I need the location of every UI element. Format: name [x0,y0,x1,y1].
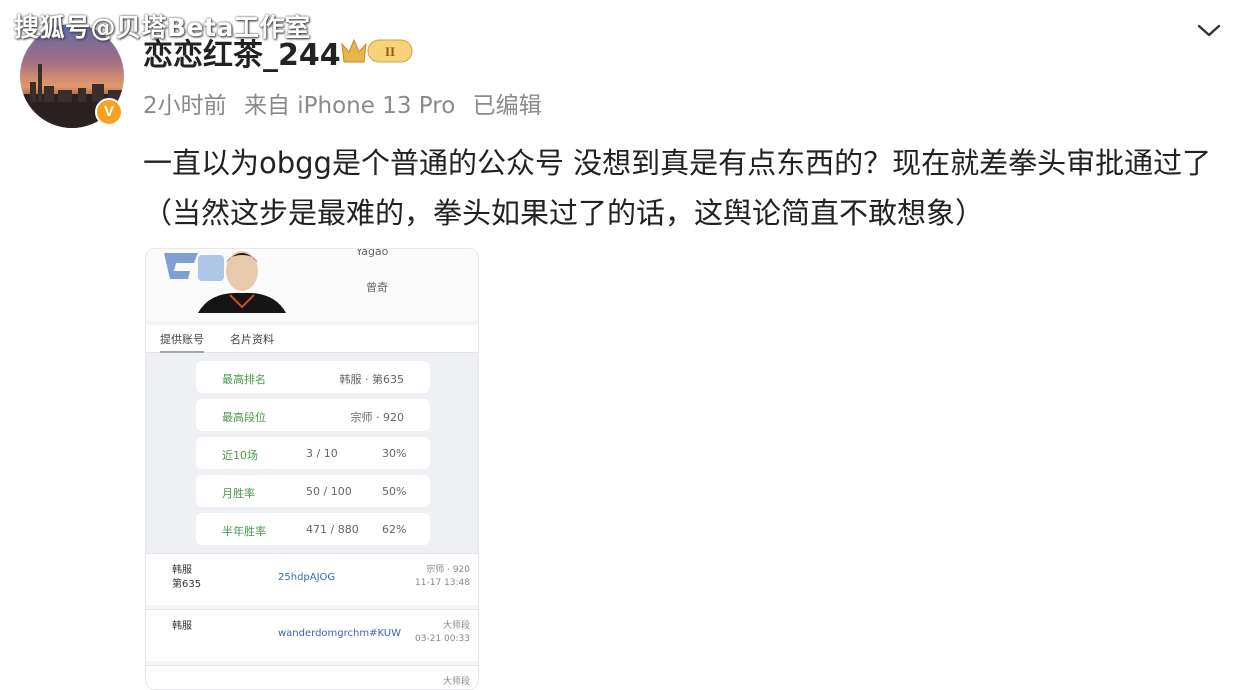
stat-row: 月胜率 50 / 100 50% [196,475,430,507]
tab-accounts[interactable]: 提供账号 [160,331,204,353]
stat-label: 近10场 [222,449,258,462]
chevron-down-icon[interactable] [1194,18,1224,42]
account-region: 韩服 第635 [172,565,202,590]
stat-percent: 50% [382,485,407,498]
player-subname: 曾奇 [366,281,388,294]
account-row[interactable]: 韩服 第635 25hdpAJOG 宗师 · 920 11-17 13:48 [146,553,478,605]
account-rank: 大师段 03-21 00:33 [415,621,470,644]
stat-label: 最高排名 [222,373,266,386]
card-tabs: 提供账号 名片资料 [146,325,478,353]
stat-percent: 30% [382,447,407,460]
edited-label[interactable]: 已编辑 [473,93,542,119]
account-region: 韩服 [172,621,192,632]
account-rank: 大师段 [442,677,470,687]
tab-profile[interactable]: 名片资料 [230,331,274,347]
account-rank: 宗师 · 920 11-17 13:48 [415,565,470,588]
account-row[interactable]: 韩服 wanderdomgrchm#KUW 大师段 03-21 00:33 [146,609,478,661]
stat-value: 50 / 100 [306,485,352,498]
crown-level-icon[interactable]: II [340,36,414,66]
post-source: 来自 iPhone 13 Pro [243,93,456,119]
card-header: Yagao 曾奇 [146,248,478,321]
stat-label: 最高段位 [222,411,266,424]
stat-row: 近10场 3 / 10 30% [196,437,430,469]
svg-text:II: II [385,44,395,59]
stat-percent: 62% [382,523,407,536]
player-name: Yagao [356,248,389,258]
stat-label: 半年胜率 [222,525,266,538]
stat-row: 最高排名 韩服 · 第635 [196,361,430,393]
account-row[interactable]: 大师段 [146,665,478,689]
stat-value: 韩服 · 第635 [339,373,405,386]
stat-row: 半年胜率 471 / 880 62% [196,513,430,545]
stat-value: 471 / 880 [306,523,359,536]
stat-value: 宗师 · 920 [350,411,405,424]
player-photo [198,251,286,313]
stat-label: 月胜率 [222,487,255,500]
stat-row: 最高段位 宗师 · 920 [196,399,430,431]
verified-v-icon: V [95,98,123,126]
account-id[interactable]: wanderdomgrchm#KUW [278,628,401,639]
stats-panel: 最高排名 韩服 · 第635 最高段位 宗师 · 920 近10场 3 / 10… [146,353,478,553]
post-time: 2小时前 [143,93,227,119]
post-text: 一直以为obgg是个普通的公众号 没想到真是有点东西的？现在就差拳头审批通过了（… [143,146,1212,230]
post-image-card[interactable]: Yagao 曾奇 提供账号 名片资料 最高排名 韩服 · 第635 最高段位 宗… [145,248,479,690]
watermark: 搜狐号@贝塔Beta工作室 [14,13,311,42]
stat-value: 3 / 10 [306,447,338,460]
post-meta: 2小时前 来自 iPhone 13 Pro 已编辑 [143,86,552,120]
account-id[interactable]: 25hdpAJOG [278,572,335,583]
